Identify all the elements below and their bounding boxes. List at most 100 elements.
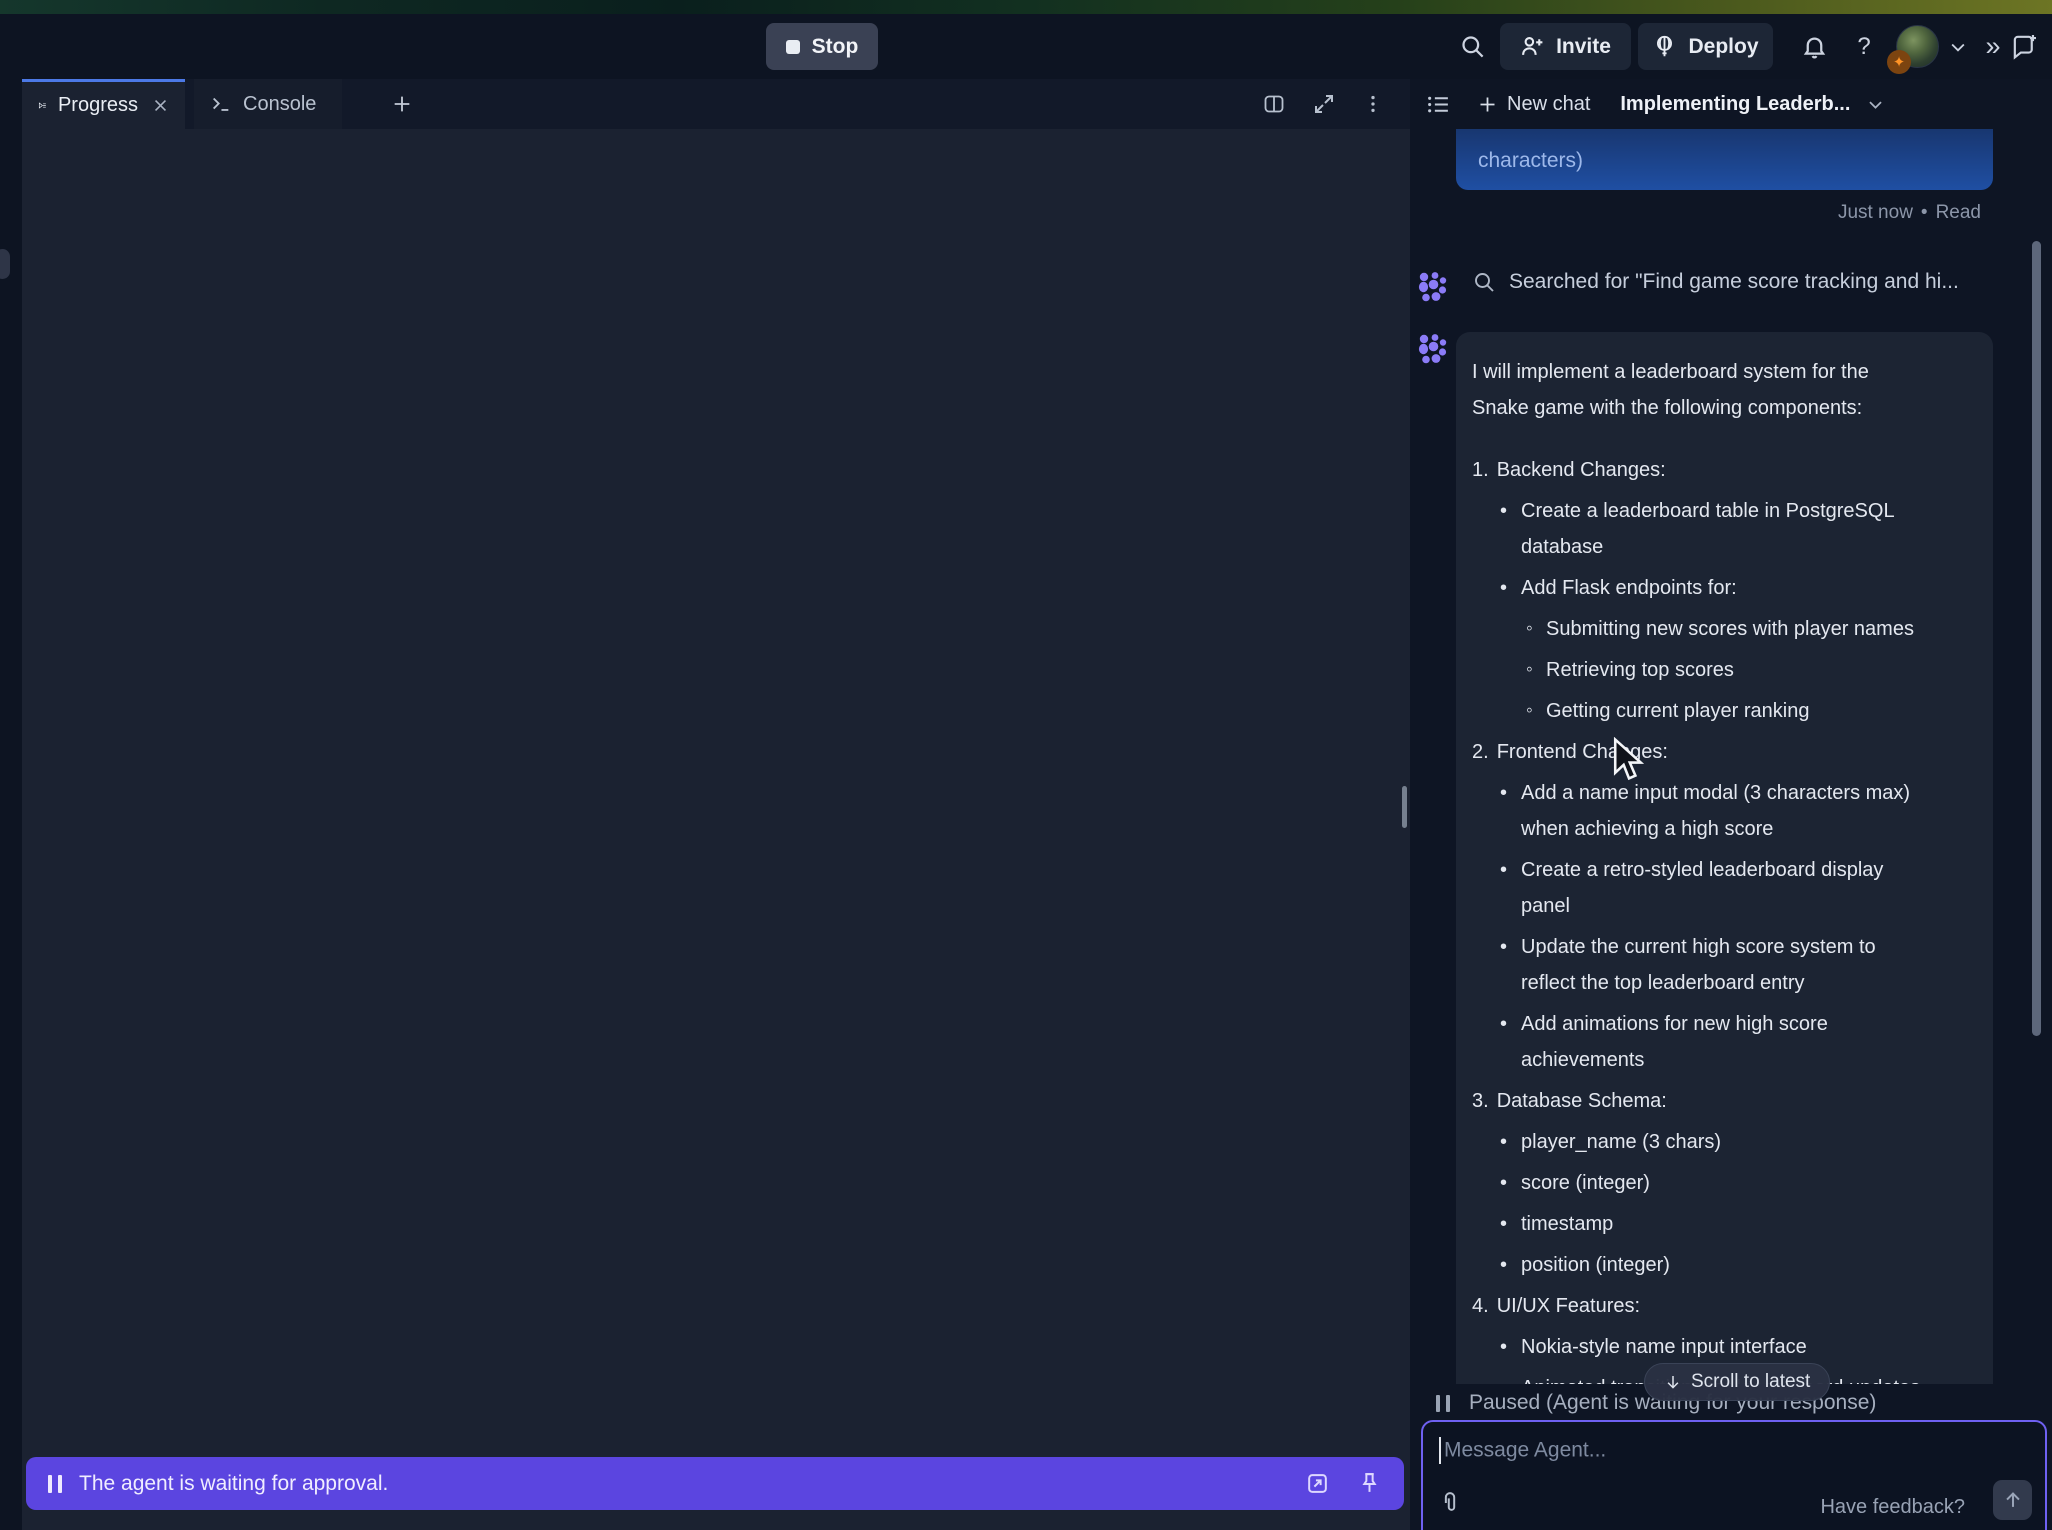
new-chat-label: New chat [1507,93,1590,116]
agent-message-block: Create a retro-styled leaderboard displa… [1472,852,1924,924]
chat-history-button[interactable] [1426,92,1451,117]
scroll-to-latest-label: Scroll to latest [1691,1371,1810,1393]
double-chevron-right-icon: » [1985,31,2000,62]
plus-icon [1477,94,1498,115]
composer-placeholder: Message Agent... [1444,1439,1606,1462]
workspace-pane: Progress Console [22,79,1410,1530]
comment-plus-icon [2010,32,2039,61]
attach-file-button[interactable] [1437,1490,1462,1515]
pane-menu-button[interactable] [1362,93,1384,115]
agent-message-block: Update the current high score system to … [1472,929,1924,1001]
user-message-bubble: characters) [1456,129,1993,190]
close-icon [152,97,169,114]
new-tab-button[interactable] [374,79,430,129]
send-button[interactable] [1993,1480,2032,1520]
agent-chat-sidebar: New chat Implementing Leaderb... charact… [1410,79,2052,1530]
account-chevron-button[interactable] [1942,14,1974,79]
agent-message-block: timestamp [1472,1206,1924,1242]
split-pane-button[interactable] [1262,92,1286,116]
agent-message-block: player_name (3 chars) [1472,1124,1924,1160]
chevron-down-icon [1866,95,1885,114]
background-banner [0,0,2052,14]
agent-message-block: Add a name input modal (3 characters max… [1472,775,1924,847]
arrow-up-icon [2002,1489,2024,1511]
agent-message-content: I will implement a leaderboard system fo… [1472,354,1979,1384]
dock-handle[interactable] [0,249,10,279]
agent-message-block: position (integer) [1472,1247,1924,1283]
search-event-text: Searched for "Find game score tracking a… [1509,270,1959,294]
agent-message-block: 1.Backend Changes: [1472,452,1979,488]
agent-message-block: score (integer) [1472,1165,1924,1201]
open-in-box-icon [1305,1471,1330,1496]
banner-actions [1305,1471,1382,1496]
message-meta: Just now•Read [1456,202,1993,224]
chat-scrollbar-thumb[interactable] [2032,241,2041,1036]
feedback-link[interactable]: Have feedback? [1820,1496,1965,1519]
agent-message-block: Add animations for new high score achiev… [1472,1006,1924,1078]
open-in-pane-button[interactable] [1305,1471,1330,1496]
agent-avatar [1416,270,1450,304]
left-dock-rail [0,79,22,1530]
agent-search-event[interactable]: Searched for "Find game score tracking a… [1456,270,1993,294]
text-caret [1439,1437,1441,1464]
tab-close-button[interactable] [152,97,169,114]
user-message-text: characters) [1478,148,1583,174]
agent-message-block: Nokia-style name input interface [1472,1329,1924,1365]
pane-resize-handle[interactable] [1402,786,1407,828]
stop-button[interactable]: Stop [766,23,878,70]
account-menu[interactable]: ✦ [1896,25,1939,68]
pause-icon [1436,1395,1450,1412]
sparkle-badge-icon: ✦ [1887,50,1911,74]
agent-message-block: 2.Frontend Changes: [1472,734,1979,770]
agent-message-block: Submitting new scores with player names [1472,611,1979,647]
stop-label: Stop [812,35,859,59]
pin-button[interactable] [1357,1471,1382,1496]
kebab-menu-icon [1362,93,1384,115]
app-window: Stop Invite Deploy ? ✦ » [0,0,2052,1530]
pin-icon [1357,1471,1382,1496]
notifications-button[interactable] [1792,14,1836,79]
new-comment-button[interactable] [2004,14,2044,79]
progress-pane-body [22,129,1410,1530]
approval-banner-text: The agent is waiting for approval. [79,1472,388,1496]
message-composer[interactable]: Message Agent... Have feedback? [1421,1420,2047,1530]
message-read-status: Read [1936,202,1981,223]
help-button[interactable]: ? [1844,14,1884,79]
history-list-icon [1426,92,1451,117]
agent-message-row: I will implement a leaderboard system fo… [1456,332,1993,1384]
console-icon [210,93,232,115]
search-icon [1459,33,1486,60]
stop-icon [786,40,800,54]
agent-message-block: Retrieving top scores [1472,652,1979,688]
search-button[interactable] [1450,14,1494,79]
paperclip-icon [1437,1490,1462,1515]
agent-message-block: 4.UI/UX Features: [1472,1288,1979,1324]
bell-icon [1801,33,1828,60]
pane-tab-bar: Progress Console [22,79,1410,129]
expand-icon [1312,92,1336,116]
agent-message-block: Create a leaderboard table in PostgreSQL… [1472,493,1924,565]
invite-person-plus-icon [1520,34,1545,59]
pause-icon [48,1475,62,1493]
deploy-button[interactable]: Deploy [1638,23,1773,70]
agent-message-block: Getting current player ranking [1472,693,1979,729]
invite-button[interactable]: Invite [1500,23,1631,70]
agent-message-block: 3.Database Schema: [1472,1083,1979,1119]
tab-console[interactable]: Console [194,79,342,129]
pane-actions [1262,79,1384,129]
agent-avatar [1416,332,1450,366]
agent-message-block: I will implement a leaderboard system fo… [1472,354,1904,426]
scroll-to-latest-button[interactable]: Scroll to latest [1644,1363,1830,1401]
question-mark-icon: ? [1857,33,1870,61]
split-columns-icon [1262,92,1286,116]
invite-label: Invite [1556,35,1611,59]
agent-approval-banner: The agent is waiting for approval. [26,1457,1404,1510]
chat-title: Implementing Leaderb... [1620,93,1850,116]
deploy-label: Deploy [1688,35,1758,59]
chat-header: New chat Implementing Leaderb... [1410,79,2052,129]
expand-pane-button[interactable] [1312,92,1336,116]
tab-progress[interactable]: Progress [22,79,185,129]
chat-title-dropdown[interactable]: Implementing Leaderb... [1620,93,1885,116]
new-chat-button[interactable]: New chat [1477,93,1590,116]
search-icon [1472,270,1496,294]
